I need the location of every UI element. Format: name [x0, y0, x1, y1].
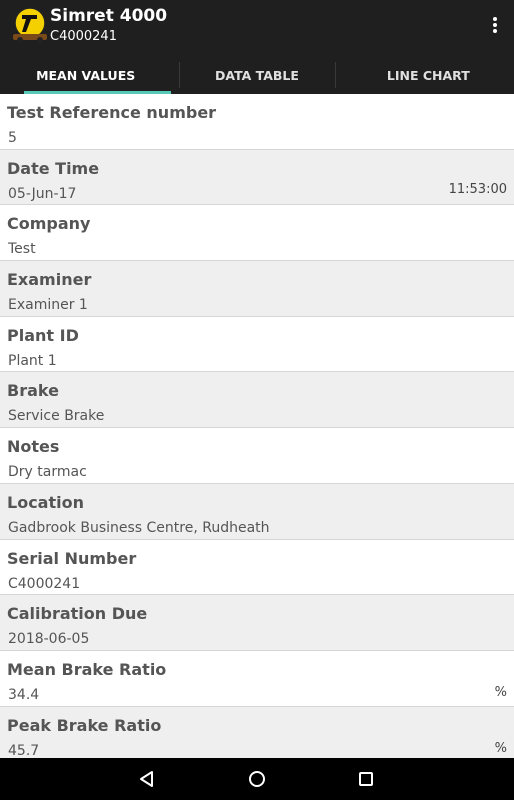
- tab-data-table[interactable]: DATA TABLE: [171, 56, 342, 94]
- item-label: Notes: [7, 437, 60, 457]
- tab-line-chart[interactable]: LINE CHART: [343, 56, 514, 94]
- list-item: Calibration Due 2018-06-05: [0, 595, 514, 651]
- item-value: 5: [8, 130, 17, 146]
- item-value: Dry tarmac: [8, 464, 87, 481]
- simret-logo-icon: [11, 6, 49, 44]
- list-item: Peak Brake Ratio 45.7 %: [0, 706, 514, 758]
- mean-values-list[interactable]: Test Reference number 5 Date Time 05-Jun…: [0, 94, 514, 758]
- item-label: Mean Brake Ratio: [7, 659, 167, 679]
- item-label: Peak Brake Ratio: [7, 715, 162, 735]
- tab-bar: MEAN VALUES DATA TABLE LINE CHART: [0, 56, 514, 94]
- list-item: Location Gadbrook Business Centre, Rudhe…: [0, 483, 514, 540]
- item-label: Calibration Due: [7, 604, 148, 624]
- item-label: Serial Number: [7, 548, 137, 568]
- home-icon[interactable]: [233, 758, 281, 800]
- app-title: Simret 4000: [50, 6, 168, 26]
- list-item: Test Reference number 5: [0, 94, 514, 150]
- list-item: Company Test: [0, 205, 514, 262]
- recents-icon[interactable]: [342, 758, 390, 800]
- item-label: Brake: [7, 381, 59, 401]
- list-item: Brake Service Brake: [0, 372, 514, 429]
- item-label: Plant ID: [7, 325, 79, 345]
- item-value: 2018-06-05: [8, 631, 90, 648]
- list-item: Notes Dry tarmac: [0, 428, 514, 484]
- item-value: Examiner 1: [8, 297, 88, 314]
- item-value: 05-Jun-17: [8, 185, 77, 202]
- item-label: Examiner: [7, 270, 92, 290]
- tab-mean-values[interactable]: MEAN VALUES: [0, 56, 172, 94]
- item-label: Location: [7, 492, 84, 512]
- item-value: Service Brake: [8, 408, 105, 425]
- app-bar: Simret 4000 C4000241 MEAN VALUES DATA TA…: [0, 0, 514, 94]
- item-label: Test Reference number: [7, 103, 217, 122]
- app-subtitle: C4000241: [50, 29, 117, 44]
- list-item: Plant ID Plant 1: [0, 316, 514, 373]
- more-vert-icon[interactable]: [484, 13, 506, 37]
- item-value: Gadbrook Business Centre, Rudheath: [8, 519, 270, 536]
- item-value: Plant 1: [8, 352, 57, 369]
- item-label: Company: [7, 214, 91, 234]
- list-item: Date Time 05-Jun-17 11:53:00: [0, 149, 514, 206]
- item-value: C4000241: [8, 575, 81, 592]
- item-value: Test: [8, 241, 36, 258]
- item-time: 11:53:00: [448, 181, 507, 197]
- item-unit: %: [494, 740, 507, 756]
- system-nav-bar: [0, 758, 514, 800]
- item-value: 45.7: [8, 742, 40, 758]
- list-item: Mean Brake Ratio 34.4 %: [0, 650, 514, 707]
- tab-divider: [179, 62, 180, 88]
- item-value: 34.4: [8, 686, 40, 703]
- item-unit: %: [494, 684, 507, 700]
- list-item: Serial Number C4000241: [0, 539, 514, 596]
- tab-divider: [335, 62, 336, 88]
- list-item: Examiner Examiner 1: [0, 261, 514, 317]
- item-label: Date Time: [7, 158, 100, 178]
- back-icon[interactable]: [123, 758, 171, 800]
